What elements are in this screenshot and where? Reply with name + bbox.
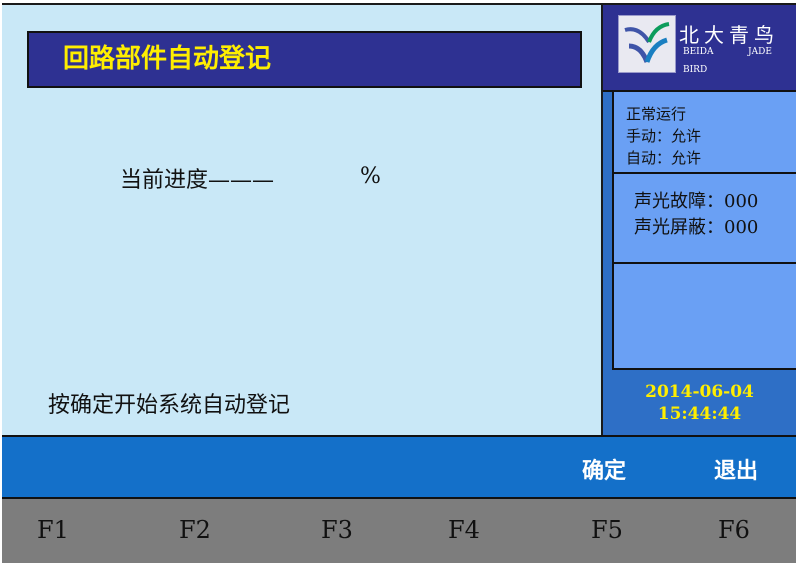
- brand-logo: 北大青鸟 BEIDA JADE BIRD: [603, 5, 796, 92]
- status-running: 正常运行: [626, 105, 687, 123]
- info-panel-empty: [614, 264, 796, 370]
- exit-button[interactable]: 退出: [714, 453, 758, 485]
- status-auto: 自动：允许: [626, 149, 702, 167]
- f3-key[interactable]: F3: [321, 516, 353, 544]
- brand-english-2: JADE: [748, 47, 772, 57]
- jade-bird-emblem-icon: [618, 15, 676, 73]
- brand-english-1: BEIDA: [683, 47, 714, 57]
- f6-key[interactable]: F6: [718, 516, 750, 544]
- main-panel: 回路部件自动登记 当前进度——— % 按确定开始系统自动登记: [2, 5, 603, 435]
- current-date: 2014-06-04: [645, 382, 754, 402]
- f5-key[interactable]: F5: [591, 516, 623, 544]
- f4-key[interactable]: F4: [448, 516, 480, 544]
- status-panel: 正常运行 手动：允许 自动：允许: [614, 92, 796, 174]
- progress-percent-sign: %: [360, 164, 381, 189]
- fault-panel: 声光故障：000 声光屏蔽：000: [614, 174, 796, 264]
- page-title: 回路部件自动登记: [27, 31, 582, 88]
- function-key-bar: F1 F2 F3 F4 F5 F6: [2, 499, 796, 563]
- f2-key[interactable]: F2: [179, 516, 211, 544]
- sound-light-fault: 声光故障：000: [634, 191, 759, 212]
- progress-label: 当前进度———: [120, 168, 275, 193]
- status-manual: 手动：允许: [626, 127, 702, 145]
- brand-name: 北大青鸟: [679, 23, 779, 47]
- command-bar: 确定 退出: [2, 435, 796, 499]
- brand-english-3: BIRD: [683, 65, 708, 75]
- datetime-panel: 2014-06-04 15:44:44: [603, 370, 796, 435]
- confirm-button[interactable]: 确定: [582, 453, 626, 485]
- f1-key[interactable]: F1: [37, 516, 69, 544]
- current-time: 15:44:44: [657, 404, 742, 424]
- instruction-text: 按确定开始系统自动登记: [48, 393, 291, 418]
- side-divider: [603, 92, 614, 370]
- sound-light-shield: 声光屏蔽：000: [634, 217, 759, 238]
